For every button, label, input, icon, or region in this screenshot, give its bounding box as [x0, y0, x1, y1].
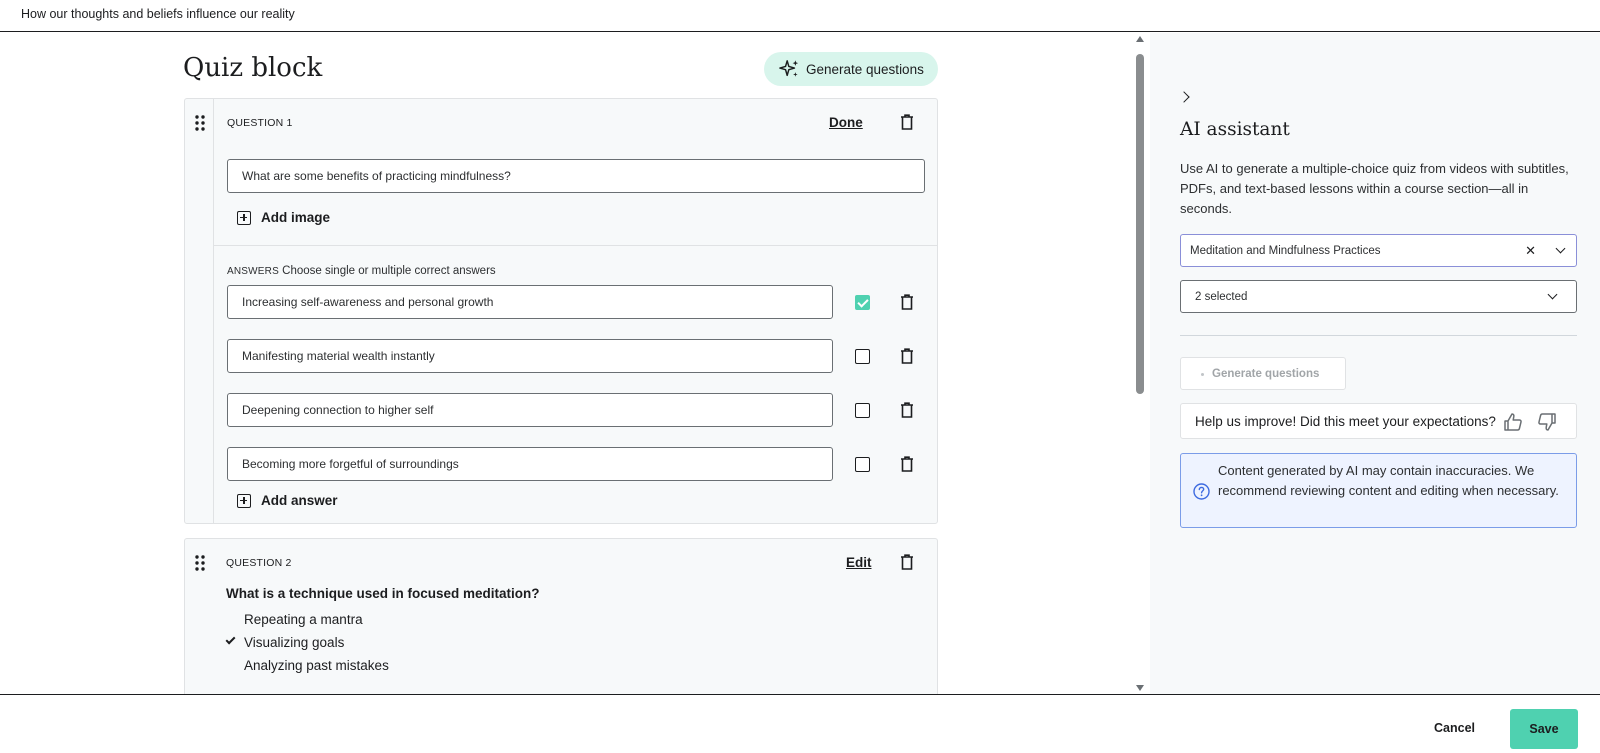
- trash-icon[interactable]: [900, 114, 914, 130]
- drag-column: [185, 99, 214, 523]
- answer-input-1[interactable]: Increasing self-awareness and personal g…: [227, 285, 833, 319]
- scroll-up-arrow-icon[interactable]: [1136, 36, 1144, 42]
- add-image-label: Add image: [261, 210, 331, 225]
- ai-generate-questions-button[interactable]: Generate questions: [1180, 357, 1346, 390]
- trash-icon[interactable]: [900, 554, 914, 570]
- chevron-down-icon[interactable]: [1555, 243, 1566, 254]
- generate-questions-button[interactable]: Generate questions: [764, 52, 938, 86]
- drag-handle-icon[interactable]: [195, 115, 205, 131]
- option-1: Repeating a mantra: [244, 612, 363, 627]
- question-card-2: QUESTION 2 Edit What is a technique used…: [184, 538, 938, 694]
- scrollbar-thumb[interactable]: [1136, 54, 1144, 394]
- question-label: QUESTION 2: [226, 557, 292, 569]
- question-label: QUESTION 1: [227, 117, 293, 129]
- correct-answer-checkbox-3[interactable]: [855, 403, 870, 418]
- answer-input-2[interactable]: Manifesting material wealth instantly: [227, 339, 833, 373]
- thumbs-down-icon[interactable]: [1537, 412, 1557, 432]
- scroll-down-arrow-icon[interactable]: [1136, 685, 1144, 691]
- feedback-bar: Help us improve! Did this meet your expe…: [1180, 403, 1577, 439]
- lecture-select[interactable]: 2 selected: [1180, 280, 1577, 313]
- cancel-button[interactable]: Cancel: [1434, 721, 1475, 735]
- footer-bar: Cancel Save: [0, 694, 1600, 753]
- plus-icon: [237, 210, 251, 225]
- edit-button[interactable]: Edit: [846, 555, 872, 570]
- scrollbar[interactable]: [1130, 33, 1150, 694]
- feedback-prompt: Help us improve! Did this meet your expe…: [1195, 413, 1496, 429]
- plus-icon: [237, 493, 251, 508]
- answer-input-3[interactable]: Deepening connection to higher self: [227, 393, 833, 427]
- check-icon: [225, 634, 236, 645]
- correct-answer-checkbox-1[interactable]: [855, 295, 870, 310]
- ai-disclaimer: Content generated by AI may contain inac…: [1180, 453, 1577, 528]
- trash-icon[interactable]: [900, 294, 914, 310]
- section-select-value: Meditation and Mindfulness Practices: [1190, 244, 1381, 257]
- add-answer-button[interactable]: Add answer: [237, 493, 338, 508]
- answers-caption: ANSWERS: [227, 266, 279, 277]
- answer-input-4[interactable]: Becoming more forgetful of surroundings: [227, 447, 833, 481]
- page-title: Quiz block: [183, 53, 323, 83]
- answers-hint: Choose single or multiple correct answer…: [282, 265, 496, 277]
- sparkle-icon: [779, 60, 799, 77]
- trash-icon[interactable]: [900, 402, 914, 418]
- collapse-panel-chevron-icon[interactable]: [1178, 91, 1190, 103]
- question-text: What is a technique used in focused medi…: [226, 586, 540, 601]
- add-answer-label: Add answer: [261, 493, 338, 508]
- course-title: How our thoughts and beliefs influence o…: [21, 7, 295, 21]
- question-card-1: QUESTION 1 Done What are some benefits o…: [184, 98, 938, 524]
- disclaimer-text: Content generated by AI may contain inac…: [1218, 463, 1559, 498]
- correct-answer-checkbox-4[interactable]: [855, 457, 870, 472]
- sparkle-icon: [1201, 373, 1204, 376]
- divider: [1180, 335, 1577, 336]
- top-bar: How our thoughts and beliefs influence o…: [0, 0, 1600, 32]
- correct-answer-checkbox-2[interactable]: [855, 349, 870, 364]
- done-button[interactable]: Done: [829, 115, 863, 130]
- thumbs-up-icon[interactable]: [1503, 412, 1523, 432]
- generate-questions-label: Generate questions: [806, 61, 924, 77]
- trash-icon[interactable]: [900, 348, 914, 364]
- divider: [214, 245, 938, 246]
- add-image-button[interactable]: Add image: [237, 210, 330, 225]
- question-circle-icon: [1193, 483, 1210, 500]
- answers-header: ANSWERS Choose single or multiple correc…: [227, 265, 496, 277]
- clear-selection-icon[interactable]: ✕: [1525, 243, 1536, 259]
- drag-column: [185, 539, 214, 694]
- option-2: Visualizing goals: [244, 635, 345, 650]
- section-select[interactable]: Meditation and Mindfulness Practices ✕: [1180, 234, 1577, 267]
- ai-assistant-title: AI assistant: [1180, 119, 1290, 140]
- quiz-editor: Quiz block Generate questions QUESTION 1…: [0, 33, 1130, 694]
- option-3: Analyzing past mistakes: [244, 658, 389, 673]
- ai-generate-label: Generate questions: [1212, 367, 1320, 380]
- question-input[interactable]: What are some benefits of practicing min…: [227, 159, 925, 193]
- lecture-select-value: 2 selected: [1195, 290, 1248, 303]
- ai-assistant-description: Use AI to generate a multiple-choice qui…: [1180, 161, 1569, 216]
- drag-handle-icon[interactable]: [195, 555, 205, 571]
- ai-assistant-panel: AI assistant Use AI to generate a multip…: [1150, 33, 1600, 694]
- trash-icon[interactable]: [900, 456, 914, 472]
- chevron-down-icon[interactable]: [1547, 289, 1558, 300]
- save-button[interactable]: Save: [1510, 709, 1578, 749]
